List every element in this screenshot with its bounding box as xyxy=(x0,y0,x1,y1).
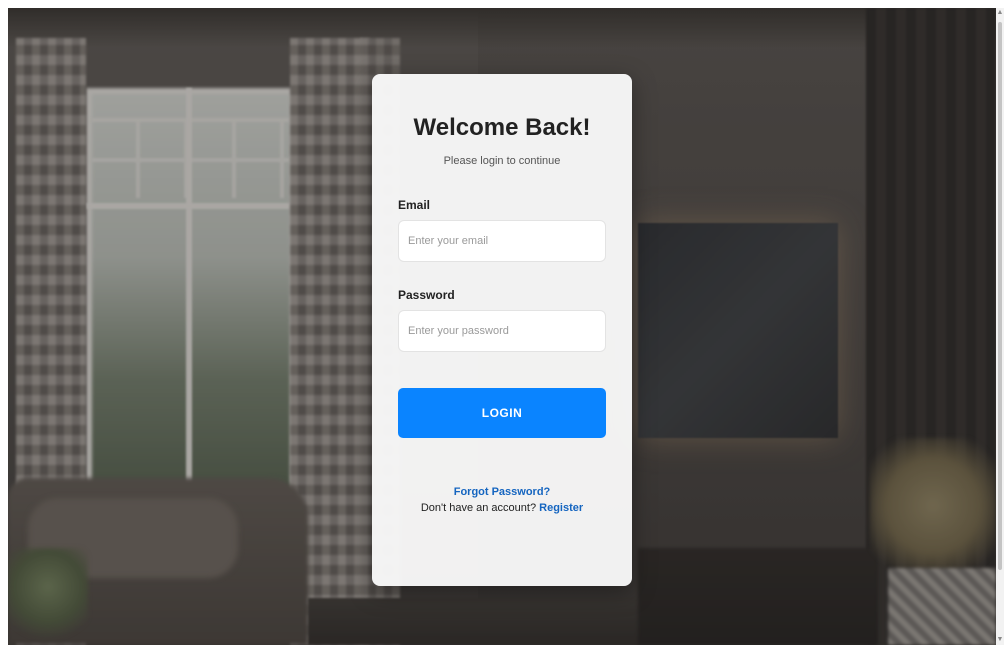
account-links: Forgot Password? Don't have an account? … xyxy=(398,484,606,516)
password-label: Password xyxy=(398,288,455,302)
scrollbar-thumb[interactable] xyxy=(998,22,1002,570)
email-field[interactable] xyxy=(398,220,606,262)
page-subtitle: Please login to continue xyxy=(443,155,561,167)
scroll-up-arrow-icon[interactable]: ▲ xyxy=(996,9,1004,17)
register-link[interactable]: Register xyxy=(539,502,583,514)
page-viewport: Welcome Back! Please login to continue E… xyxy=(8,8,996,645)
login-card: Welcome Back! Please login to continue E… xyxy=(372,74,632,586)
forgot-password-link[interactable]: Forgot Password? xyxy=(454,486,551,498)
register-prompt: Don't have an account? xyxy=(420,502,537,514)
email-label: Email xyxy=(398,198,431,212)
scroll-down-arrow-icon[interactable]: ▼ xyxy=(996,636,1004,644)
login-button[interactable]: LOGIN xyxy=(398,388,606,438)
password-field[interactable] xyxy=(398,310,606,352)
page-title: Welcome Back! xyxy=(413,114,591,141)
